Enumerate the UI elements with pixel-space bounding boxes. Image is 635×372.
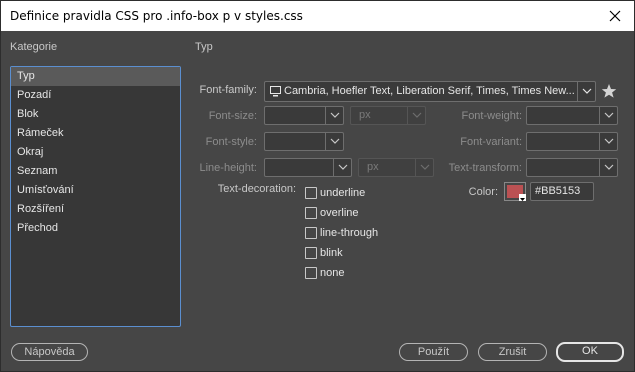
font-variant-label: Font-variant:	[460, 136, 522, 148]
line-height-unit-select[interactable]: px	[358, 158, 434, 177]
panel-heading: Typ	[195, 41, 213, 53]
checkbox-box[interactable]	[305, 187, 317, 199]
font-size-label: Font-size:	[208, 110, 257, 122]
checkbox-box[interactable]	[305, 247, 317, 259]
chevron-down-icon[interactable]	[333, 159, 351, 176]
overline-checkbox[interactable]: overline	[305, 205, 359, 221]
ok-button[interactable]: OK	[556, 342, 624, 362]
underline-option-label: underline	[320, 187, 366, 199]
swatch-dropdown-icon	[519, 194, 526, 201]
category-item-prechod[interactable]: Přechod	[11, 219, 180, 238]
chevron-down-icon[interactable]	[407, 107, 425, 124]
checkbox-box[interactable]	[305, 207, 317, 219]
monitor-font-icon	[270, 86, 281, 100]
font-style-label: Font-style:	[205, 136, 257, 148]
chevron-down-icon[interactable]	[325, 133, 343, 150]
blink-option-label: blink	[320, 247, 343, 259]
close-icon[interactable]	[605, 6, 625, 26]
chevron-down-icon[interactable]	[415, 159, 433, 176]
line-height-select[interactable]	[264, 158, 352, 177]
title-bar: Definice pravidla CSS pro .info-box p v …	[0, 0, 635, 31]
category-item-rozsireni[interactable]: Rozšíření	[11, 200, 180, 219]
star-icon[interactable]	[601, 83, 617, 102]
none-option-label: none	[320, 267, 345, 279]
line-height-unit-value: px	[367, 161, 379, 173]
category-item-okraj[interactable]: Okraj	[11, 143, 180, 162]
font-style-select[interactable]	[264, 132, 344, 151]
font-weight-select[interactable]	[526, 106, 618, 125]
line-through-option-label: line-through	[320, 227, 379, 239]
category-item-typ[interactable]: Typ	[11, 67, 180, 86]
chevron-down-icon[interactable]	[599, 133, 617, 150]
checkbox-box[interactable]	[305, 227, 317, 239]
chevron-down-icon[interactable]	[325, 107, 343, 124]
font-size-unit-value: px	[359, 109, 371, 121]
category-item-umistovani[interactable]: Umísťování	[11, 181, 180, 200]
chevron-down-icon[interactable]	[577, 82, 595, 101]
text-transform-select[interactable]	[526, 158, 618, 177]
text-transform-label: Text-transform:	[448, 162, 522, 174]
chevron-down-icon[interactable]	[599, 159, 617, 176]
font-family-value: Cambria, Hoefler Text, Liberation Serif,…	[284, 85, 575, 97]
category-item-ramecek[interactable]: Rámeček	[11, 124, 180, 143]
font-size-select[interactable]	[264, 106, 344, 125]
category-item-pozadi[interactable]: Pozadí	[11, 86, 180, 105]
color-value-input[interactable]: #BB5153	[530, 182, 594, 201]
font-size-unit-select[interactable]: px	[350, 106, 426, 125]
categories-heading: Kategorie	[10, 41, 58, 53]
category-item-blok[interactable]: Blok	[11, 105, 180, 124]
text-decoration-label: Text-decoration:	[217, 183, 296, 195]
underline-checkbox[interactable]: underline	[305, 185, 365, 201]
category-item-seznam[interactable]: Seznam	[11, 162, 180, 181]
apply-button[interactable]: Použít	[399, 343, 468, 361]
blink-checkbox[interactable]: blink	[305, 245, 343, 261]
category-list[interactable]: Typ Pozadí Blok Rámeček Okraj Seznam Umí…	[10, 66, 181, 327]
none-checkbox[interactable]: none	[305, 265, 344, 281]
cancel-button[interactable]: Zrušit	[478, 343, 547, 361]
overline-option-label: overline	[320, 207, 359, 219]
font-weight-label: Font-weight:	[461, 110, 522, 122]
font-family-select[interactable]: Cambria, Hoefler Text, Liberation Serif,…	[264, 81, 596, 102]
color-label: Color:	[468, 186, 498, 198]
window-title: Definice pravidla CSS pro .info-box p v …	[10, 9, 303, 23]
color-swatch-button[interactable]	[504, 182, 526, 201]
help-button[interactable]: Nápověda	[11, 343, 88, 361]
line-height-label: Line-height:	[199, 162, 258, 174]
font-variant-select[interactable]	[526, 132, 618, 151]
line-through-checkbox[interactable]: line-through	[305, 225, 378, 241]
checkbox-box[interactable]	[305, 267, 317, 279]
chevron-down-icon[interactable]	[599, 107, 617, 124]
font-family-label: Font-family:	[199, 84, 257, 96]
